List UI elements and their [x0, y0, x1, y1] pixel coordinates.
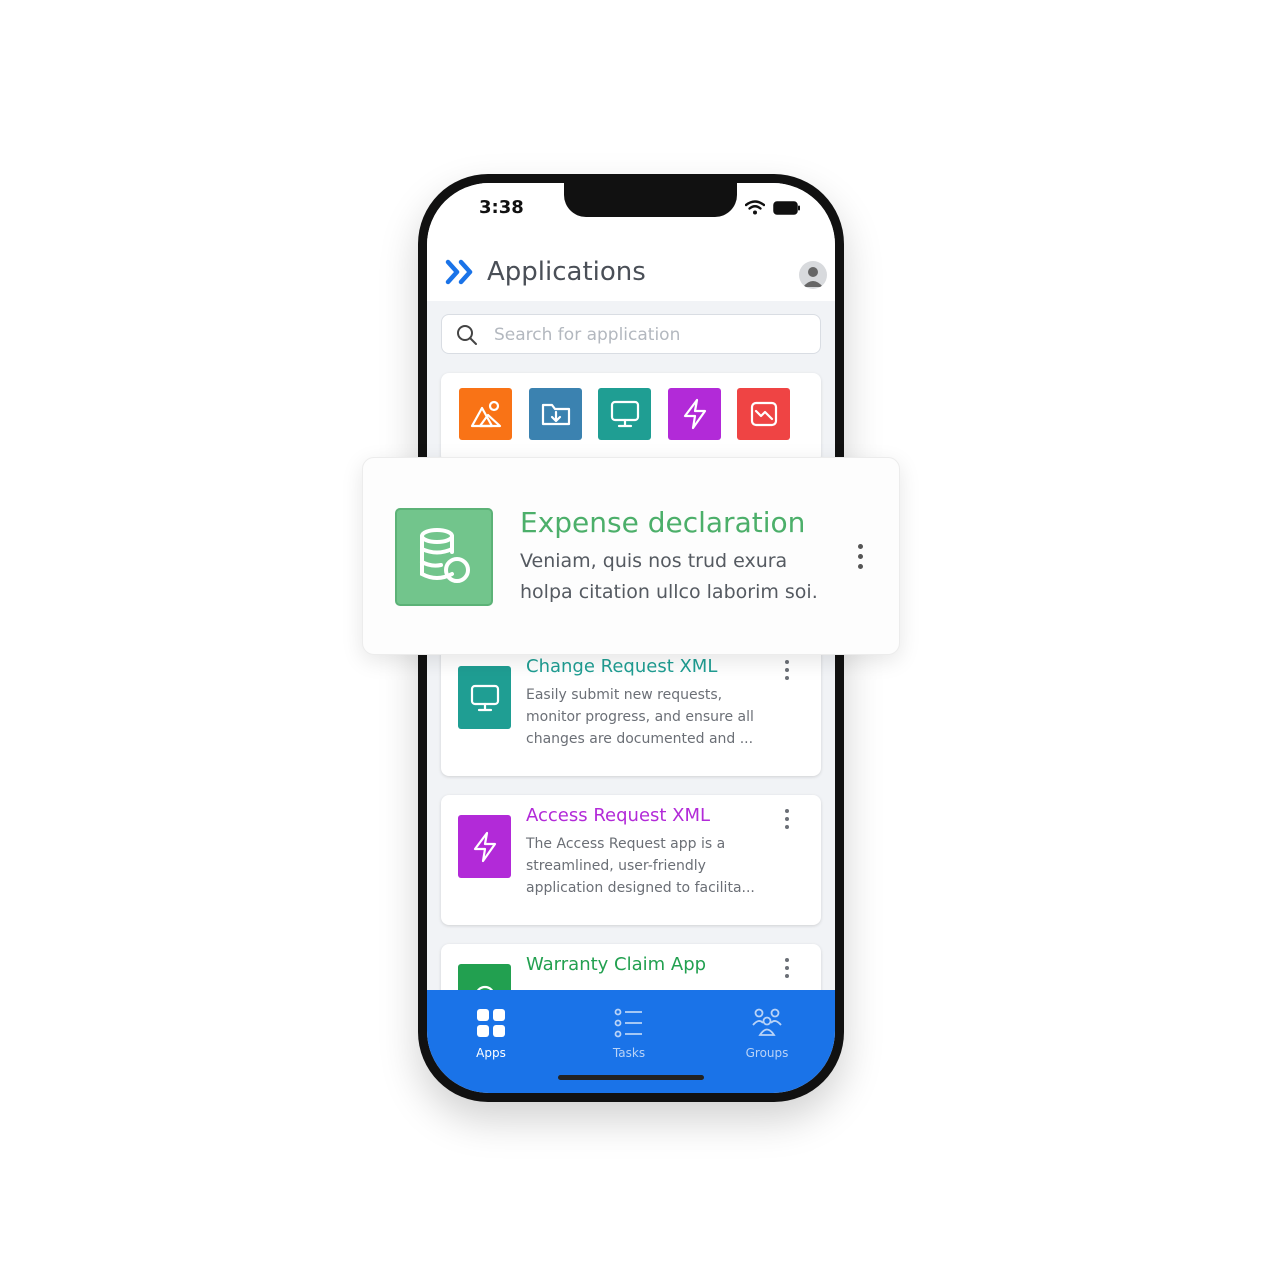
battery-icon	[773, 200, 800, 215]
notch	[564, 183, 737, 217]
quick-app-monitor[interactable]	[598, 388, 651, 440]
featured-app-tile	[395, 508, 493, 606]
app-description: The Access Request app is a streamlined,…	[526, 836, 755, 896]
search-bar[interactable]	[441, 314, 821, 354]
folder-download-icon	[541, 403, 570, 426]
quick-app-image[interactable]	[459, 388, 512, 440]
monitor-icon	[610, 400, 639, 428]
app-card-change-request[interactable]: Change Request XML Easily submit new req…	[441, 646, 821, 776]
app-description: Easily submit new requests, monitor prog…	[526, 687, 754, 747]
more-options-icon[interactable]	[785, 809, 791, 833]
more-options-icon[interactable]	[785, 958, 791, 982]
quick-app-chart[interactable]	[737, 388, 790, 440]
featured-app-card[interactable]: Expense declaration Veniam, quis nos tru…	[362, 457, 900, 655]
quick-app-lightning[interactable]	[668, 388, 721, 440]
quick-app-folder[interactable]	[529, 388, 582, 440]
app-tile	[458, 815, 511, 878]
app-card-access-request[interactable]: Access Request XML The Access Request ap…	[441, 795, 821, 925]
search-input[interactable]	[492, 321, 806, 349]
app-name: Change Request XML	[526, 656, 718, 677]
list-icon	[614, 1008, 642, 1038]
nav-label: Groups	[745, 1046, 789, 1060]
home-indicator	[558, 1075, 704, 1080]
monitor-icon	[470, 684, 499, 711]
app-bar: Applications	[427, 243, 835, 301]
more-options-icon[interactable]	[785, 660, 791, 684]
user-icon	[803, 267, 823, 287]
nav-groups[interactable]: Groups	[722, 1008, 812, 1060]
users-icon	[752, 1008, 782, 1036]
nav-apps[interactable]: Apps	[446, 1008, 536, 1060]
database-coin-icon	[420, 528, 470, 583]
search-icon	[457, 325, 477, 345]
nav-label: Tasks	[612, 1046, 646, 1060]
app-tile	[458, 666, 511, 729]
featured-app-name: Expense declaration	[520, 506, 806, 539]
app-name: Warranty Claim App	[526, 954, 707, 975]
page-title: Applications	[487, 257, 646, 287]
avatar[interactable]	[799, 261, 827, 289]
nav-tasks[interactable]: Tasks	[584, 1008, 674, 1060]
grid-icon	[477, 1009, 505, 1037]
lightning-icon	[683, 398, 706, 430]
more-options-icon[interactable]	[858, 544, 863, 574]
nav-label: Apps	[476, 1046, 506, 1060]
status-time: 3:38	[479, 197, 524, 218]
wifi-icon	[745, 200, 765, 215]
image-icon	[470, 400, 501, 428]
lightning-icon	[473, 831, 496, 862]
featured-app-description: Veniam, quis nos trud exura holpa citati…	[520, 550, 818, 603]
status-icons	[745, 200, 801, 215]
chart-icon	[750, 401, 777, 427]
quick-apps-bar	[441, 373, 821, 463]
logo-chevrons-icon	[445, 259, 473, 285]
app-name: Access Request XML	[526, 805, 711, 826]
